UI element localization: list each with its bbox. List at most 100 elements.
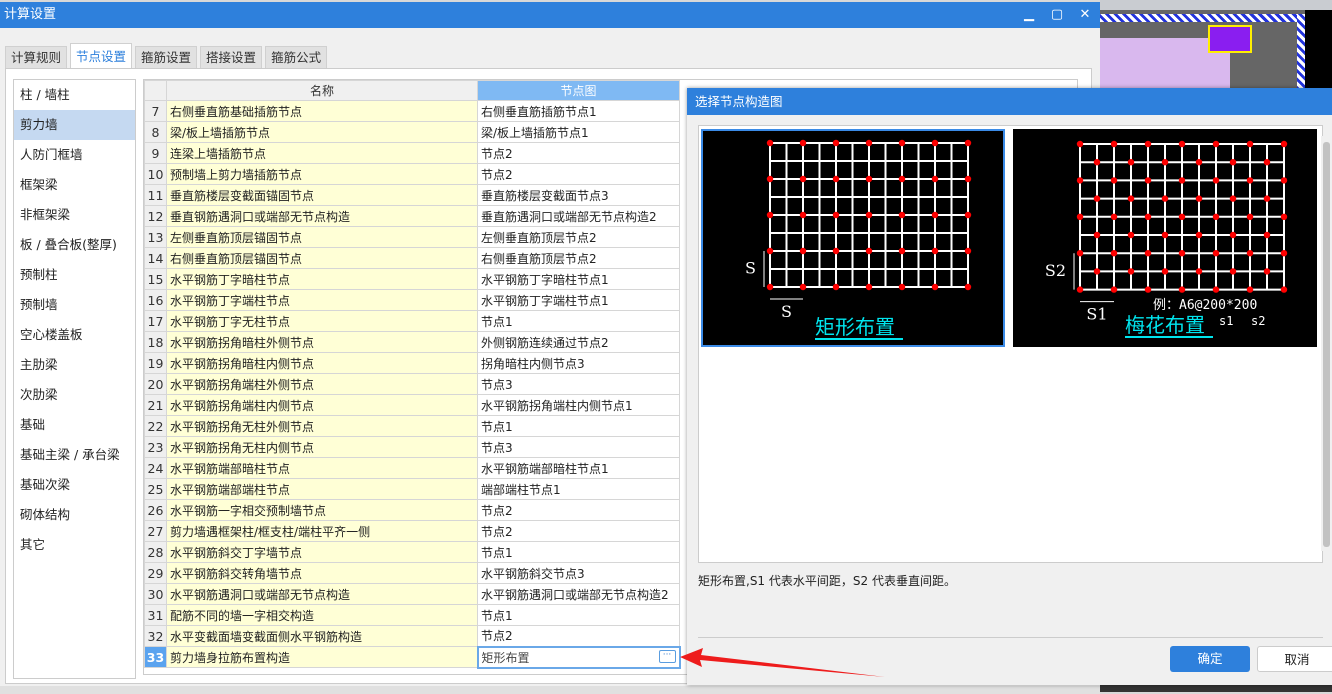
node-value[interactable]: 节点2	[477, 520, 680, 542]
option-rectangular-layout[interactable]: S S 矩形布置	[701, 129, 1005, 347]
ok-button[interactable]: 确定	[1170, 646, 1250, 672]
rebar-tie-dot	[1229, 231, 1237, 239]
sidebar-item[interactable]: 板 / 叠合板(整厚)	[14, 230, 135, 260]
table-row[interactable]: 26 水平钢筋一字相交预制墙节点 节点2	[144, 499, 680, 521]
node-value[interactable]: 端部端柱节点1	[477, 478, 680, 500]
node-value[interactable]: 右侧垂直筋顶层节点2	[477, 247, 680, 269]
sidebar-item[interactable]: 预制墙	[14, 290, 135, 320]
table-row[interactable]: 33 剪力墙身拉筋布置构造 矩形布置 ···	[144, 645, 681, 669]
tab-2[interactable]: 箍筋设置	[135, 46, 198, 68]
table-row[interactable]: 14 右侧垂直筋顶层锚固节点 右侧垂直筋顶层节点2	[144, 247, 680, 269]
table-row[interactable]: 13 左侧垂直筋顶层锚固节点 左侧垂直筋顶层节点2	[144, 226, 680, 248]
node-value[interactable]: 水平钢筋丁字暗柱节点1	[477, 268, 680, 290]
node-value[interactable]: 水平钢筋斜交节点3	[477, 562, 680, 584]
column-header-node[interactable]: 节点图	[477, 80, 680, 101]
rebar-tie-dot	[1076, 286, 1084, 293]
table-row[interactable]: 20 水平钢筋拐角端柱外侧节点 节点3	[144, 373, 680, 395]
table-row[interactable]: 11 垂直筋楼层变截面锚固节点 垂直筋楼层变截面节点3	[144, 184, 680, 206]
s1-label: s1	[1219, 314, 1233, 328]
sidebar-item[interactable]: 基础	[14, 410, 135, 440]
node-value[interactable]: 节点1	[477, 541, 680, 563]
tab-0[interactable]: 计算规则	[5, 46, 68, 68]
table-row[interactable]: 24 水平钢筋端部暗柱节点 水平钢筋端部暗柱节点1	[144, 457, 680, 479]
sidebar-item[interactable]: 其它	[14, 530, 135, 560]
row-number: 10	[144, 163, 167, 185]
table-row[interactable]: 28 水平钢筋斜交丁字墙节点 节点1	[144, 541, 680, 563]
node-value[interactable]: 节点2	[477, 499, 680, 521]
node-value[interactable]: 外侧钢筋连续通过节点2	[477, 331, 680, 353]
table-row[interactable]: 16 水平钢筋丁字端柱节点 水平钢筋丁字端柱节点1	[144, 289, 680, 311]
rebar-tie-dot	[1280, 177, 1288, 184]
sidebar-item[interactable]: 空心楼盖板	[14, 320, 135, 350]
node-value[interactable]: 垂直筋遇洞口或端部无节点构造2	[477, 205, 680, 227]
node-value[interactable]: 矩形布置 ···	[476, 645, 681, 669]
table-row[interactable]: 10 预制墙上剪力墙插筋节点 节点2	[144, 163, 680, 185]
node-value[interactable]: 节点1	[477, 310, 680, 332]
node-value[interactable]: 水平钢筋丁字端柱节点1	[477, 289, 680, 311]
sidebar-item[interactable]: 主肋梁	[14, 350, 135, 380]
table-row[interactable]: 23 水平钢筋拐角无柱内侧节点 节点3	[144, 436, 680, 458]
sidebar-item[interactable]: 砌体结构	[14, 500, 135, 530]
table-row[interactable]: 32 水平变截面墙变截面侧水平钢筋构造 节点2	[144, 625, 680, 647]
table-row[interactable]: 27 剪力墙遇框架柱/框支柱/端柱平齐一侧 节点2	[144, 520, 680, 542]
image-list-scrollbar[interactable]	[1321, 136, 1331, 551]
maximize-icon[interactable]: ▢	[1048, 2, 1066, 28]
table-row[interactable]: 31 配筋不同的墙一字相交构造 节点1	[144, 604, 680, 626]
node-value[interactable]: 节点3	[477, 373, 680, 395]
table-row[interactable]: 19 水平钢筋拐角暗柱内侧节点 拐角暗柱内侧节点3	[144, 352, 680, 374]
node-value[interactable]: 水平钢筋遇洞口或端部无节点构造2	[477, 583, 680, 605]
sidebar-item[interactable]: 基础主梁 / 承台梁	[14, 440, 135, 470]
table-row[interactable]: 9 连梁上墙插筋节点 节点2	[144, 142, 680, 164]
node-name: 左侧垂直筋顶层锚固节点	[166, 226, 478, 248]
minimize-icon[interactable]: ▁	[1020, 2, 1038, 28]
node-value[interactable]: 左侧垂直筋顶层节点2	[477, 226, 680, 248]
row-number: 17	[144, 310, 167, 332]
node-value[interactable]: 水平钢筋端部暗柱节点1	[477, 457, 680, 479]
table-row[interactable]: 18 水平钢筋拐角暗柱外侧节点 外侧钢筋连续通过节点2	[144, 331, 680, 353]
table-row[interactable]: 8 梁/板上墙插筋节点 梁/板上墙插筋节点1	[144, 121, 680, 143]
close-icon[interactable]: ✕	[1076, 2, 1094, 28]
ellipsis-button[interactable]: ···	[658, 649, 676, 663]
sidebar-item[interactable]: 预制柱	[14, 260, 135, 290]
node-value[interactable]: 节点3	[477, 436, 680, 458]
rebar-tie-dot	[799, 283, 807, 291]
dimension-label-horizontal: S1	[1086, 305, 1107, 324]
tab-1[interactable]: 节点设置	[70, 43, 133, 68]
node-value[interactable]: 右侧垂直筋插筋节点1	[477, 100, 680, 122]
node-value[interactable]: 拐角暗柱内侧节点3	[477, 352, 680, 374]
node-value[interactable]: 节点2	[477, 142, 680, 164]
sidebar-item[interactable]: 基础次梁	[14, 470, 135, 500]
node-value[interactable]: 节点1	[477, 415, 680, 437]
node-value[interactable]: 节点2	[477, 163, 680, 185]
dimension-label-vertical: S	[745, 259, 756, 278]
node-value-text: 矩形布置	[481, 650, 530, 665]
table-row[interactable]: 17 水平钢筋丁字无柱节点 节点1	[144, 310, 680, 332]
node-value[interactable]: 梁/板上墙插筋节点1	[477, 121, 680, 143]
sidebar-item[interactable]: 柱 / 墙柱	[14, 80, 135, 110]
sidebar-item[interactable]: 剪力墙	[14, 110, 135, 140]
rebar-tie-dot	[1195, 159, 1203, 166]
option-plum-blossom-layout[interactable]: S2 S1 梅花布置 例：A6@200*200 s1 s2	[1013, 129, 1317, 347]
tab-4[interactable]: 箍筋公式	[265, 46, 328, 68]
tab-3[interactable]: 搭接设置	[200, 46, 263, 68]
column-header-name[interactable]: 名称	[166, 80, 478, 101]
sidebar-item[interactable]: 次肋梁	[14, 380, 135, 410]
sidebar-item[interactable]: 人防门框墙	[14, 140, 135, 170]
sidebar-item[interactable]: 非框架梁	[14, 200, 135, 230]
table-row[interactable]: 7 右侧垂直筋基础插筋节点 右侧垂直筋插筋节点1	[144, 100, 680, 122]
node-value[interactable]: 垂直筋楼层变截面节点3	[477, 184, 680, 206]
sidebar-item[interactable]: 框架梁	[14, 170, 135, 200]
table-row[interactable]: 15 水平钢筋丁字暗柱节点 水平钢筋丁字暗柱节点1	[144, 268, 680, 290]
rebar-tie-dot	[1144, 213, 1152, 220]
node-value-text: 拐角暗柱内侧节点3	[481, 356, 585, 371]
table-row[interactable]: 12 垂直钢筋遇洞口或端部无节点构造 垂直筋遇洞口或端部无节点构造2	[144, 205, 680, 227]
table-row[interactable]: 30 水平钢筋遇洞口或端部无节点构造 水平钢筋遇洞口或端部无节点构造2	[144, 583, 680, 605]
table-row[interactable]: 21 水平钢筋拐角端柱内侧节点 水平钢筋拐角端柱内侧节点1	[144, 394, 680, 416]
node-value[interactable]: 水平钢筋拐角端柱内侧节点1	[477, 394, 680, 416]
node-value[interactable]: 节点1	[477, 604, 680, 626]
table-row[interactable]: 29 水平钢筋斜交转角墙节点 水平钢筋斜交节点3	[144, 562, 680, 584]
table-row[interactable]: 22 水平钢筋拐角无柱外侧节点 节点1	[144, 415, 680, 437]
cancel-button[interactable]: 取消	[1257, 646, 1332, 672]
table-row[interactable]: 25 水平钢筋端部端柱节点 端部端柱节点1	[144, 478, 680, 500]
node-value[interactable]: 节点2	[477, 625, 680, 647]
